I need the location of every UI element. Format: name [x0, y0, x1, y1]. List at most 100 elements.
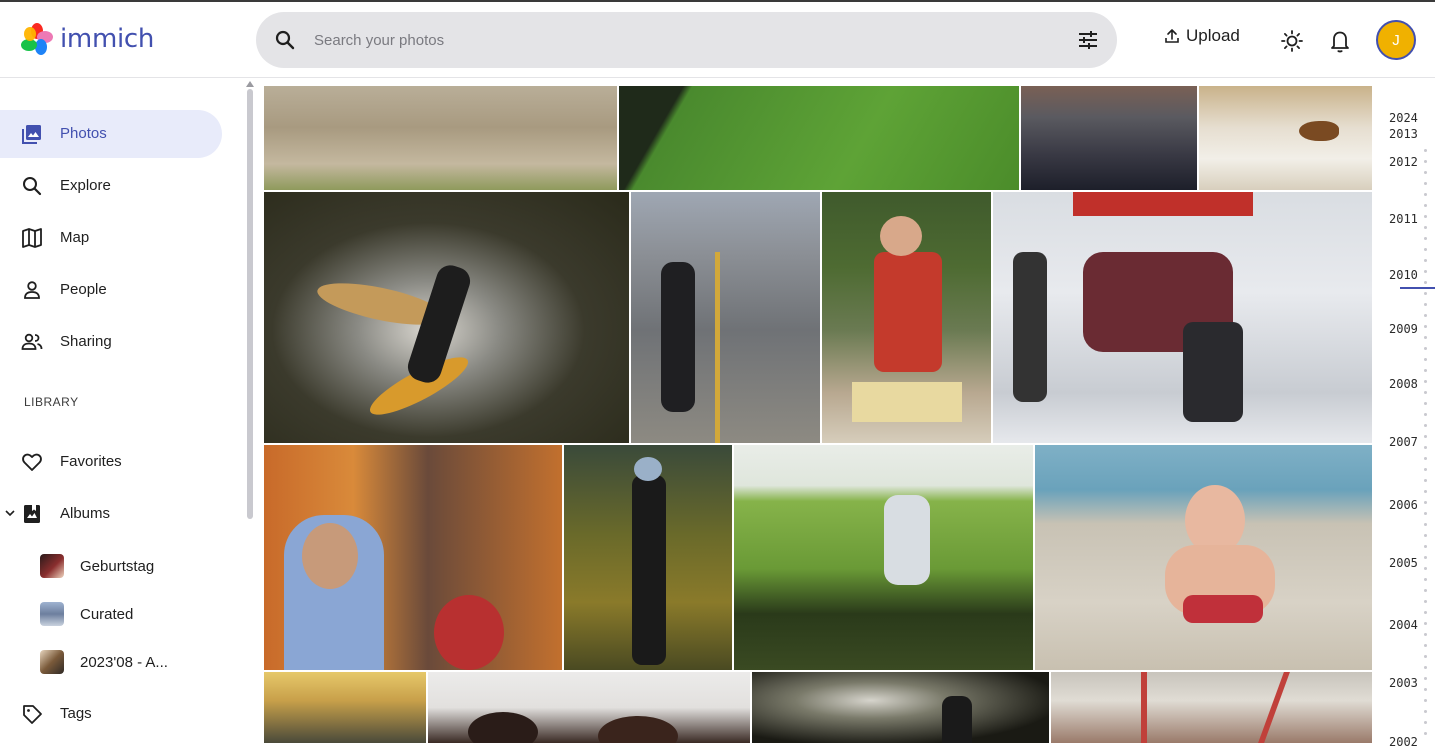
- scroll-up-arrow-icon[interactable]: [246, 81, 254, 87]
- photo-thumbnail[interactable]: [428, 672, 750, 743]
- photo-thumbnail[interactable]: [734, 445, 1033, 670]
- photo-thumbnail[interactable]: [822, 192, 991, 443]
- helmet-figure: [634, 457, 662, 481]
- timeline-dot: [1424, 710, 1427, 713]
- timeline-dot: [1424, 314, 1427, 317]
- sidebar-scrollbar[interactable]: [247, 89, 253, 519]
- upload-button[interactable]: Upload: [1164, 26, 1240, 46]
- album-thumbnail: [40, 602, 64, 626]
- timeline-year[interactable]: 2007: [1389, 435, 1418, 449]
- timeline-dot: [1424, 567, 1427, 570]
- timeline-dot: [1424, 182, 1427, 185]
- timeline-year[interactable]: 2003: [1389, 676, 1418, 690]
- cheese-figure: [852, 382, 962, 422]
- sidebar-item-label: Sharing: [60, 333, 112, 350]
- timeline-dot: [1424, 534, 1427, 537]
- photo-thumbnail[interactable]: [564, 445, 732, 670]
- chevron-down-icon[interactable]: [4, 507, 16, 519]
- timeline-year[interactable]: 2013: [1389, 127, 1418, 141]
- timeline-year[interactable]: 2011: [1389, 212, 1418, 226]
- photo-thumbnail[interactable]: [1035, 445, 1372, 670]
- timeline-dot: [1424, 369, 1427, 372]
- sidebar-item-label: Photos: [60, 125, 107, 142]
- album-thumbnail: [40, 650, 64, 674]
- timeline-year[interactable]: 2002: [1389, 735, 1418, 749]
- timeline-dot: [1424, 358, 1427, 361]
- timeline-scrubber[interactable]: 2024 2013 2012 2011 2010 2009 2008 2007 …: [1380, 79, 1435, 749]
- sidebar-item-favorites[interactable]: Favorites: [0, 438, 222, 486]
- immich-logo-icon: [21, 23, 53, 55]
- search-input[interactable]: [314, 26, 1014, 54]
- timeline-year[interactable]: 2024: [1389, 111, 1418, 125]
- sidebar-item-tags[interactable]: Tags: [0, 690, 222, 738]
- sidebar-item-label: Favorites: [60, 453, 122, 470]
- photo-thumbnail[interactable]: [1199, 86, 1372, 190]
- apron-figure: [874, 252, 942, 372]
- timeline-dot: [1424, 149, 1427, 152]
- photo-thumbnail[interactable]: [752, 672, 1049, 743]
- sidebar-item-sharing[interactable]: Sharing: [0, 318, 222, 366]
- photo-thumbnail[interactable]: [631, 192, 820, 443]
- timeline-dot: [1424, 259, 1427, 262]
- timeline-dot: [1424, 226, 1427, 229]
- timeline-dot: [1424, 402, 1427, 405]
- timeline-dot: [1424, 501, 1427, 504]
- album-item-curated[interactable]: Curated: [40, 598, 230, 630]
- notifications-bell-icon[interactable]: [1328, 28, 1352, 54]
- sidebar-item-label: Albums: [60, 505, 111, 522]
- app-logo[interactable]: immich: [20, 22, 154, 56]
- photo-thumbnail[interactable]: [619, 86, 1019, 190]
- search-icon: [23, 177, 42, 196]
- timeline-dot: [1424, 237, 1427, 240]
- photo-thumbnail[interactable]: [264, 192, 629, 443]
- road-line: [715, 252, 720, 443]
- timeline-dot: [1424, 545, 1427, 548]
- timeline-year-current[interactable]: 2010: [1389, 268, 1418, 282]
- climber-figure: [632, 475, 666, 665]
- timeline-dot: [1424, 347, 1427, 350]
- timeline-dot: [1424, 215, 1427, 218]
- timeline-dot: [1424, 523, 1427, 526]
- album-label: Curated: [80, 606, 134, 623]
- timeline-year[interactable]: 2008: [1389, 377, 1418, 391]
- photo-thumbnail[interactable]: [264, 672, 426, 743]
- timeline-year[interactable]: 2009: [1389, 322, 1418, 336]
- theme-toggle-icon[interactable]: [1280, 29, 1304, 53]
- sidebar-item-albums[interactable]: Albums: [0, 490, 222, 538]
- timeline-year[interactable]: 2012: [1389, 155, 1418, 169]
- hair-figure: [468, 712, 538, 743]
- timeline-year[interactable]: 2004: [1389, 618, 1418, 632]
- upload-icon: [1165, 29, 1179, 43]
- timeline-dot: [1424, 600, 1427, 603]
- timeline-dot: [1424, 578, 1427, 581]
- timeline-dot: [1424, 490, 1427, 493]
- fox-figure: [1299, 121, 1339, 141]
- photo-thumbnail[interactable]: [1051, 672, 1372, 743]
- search-icon[interactable]: [273, 28, 297, 52]
- timeline-year[interactable]: 2006: [1389, 498, 1418, 512]
- sidebar-item-map[interactable]: Map: [0, 214, 222, 262]
- timeline-dot: [1424, 281, 1427, 284]
- timeline-dot: [1424, 424, 1427, 427]
- timeline-dot: [1424, 457, 1427, 460]
- sidebar-item-explore[interactable]: Explore: [0, 162, 222, 210]
- banner-figure: [1073, 192, 1253, 216]
- timeline-year[interactable]: 2005: [1389, 556, 1418, 570]
- figure-shape: [942, 696, 972, 743]
- album-icon: [24, 505, 40, 523]
- user-avatar[interactable]: J: [1376, 20, 1416, 60]
- album-item-geburtstag[interactable]: Geburtstag: [40, 550, 230, 582]
- timeline-dot: [1424, 270, 1427, 273]
- sidebar-item-photos[interactable]: Photos: [0, 110, 222, 158]
- photo-thumbnail[interactable]: [264, 445, 562, 670]
- photo-thumbnail[interactable]: [1021, 86, 1197, 190]
- sidebar-item-people[interactable]: People: [0, 266, 222, 314]
- photo-thumbnail[interactable]: [264, 86, 617, 190]
- album-thumbnail: [40, 554, 64, 578]
- filter-options-icon[interactable]: [1076, 28, 1100, 52]
- photo-thumbnail[interactable]: [993, 192, 1372, 443]
- search-bar[interactable]: [256, 12, 1117, 68]
- album-item-2023-08[interactable]: 2023'08 - A...: [40, 646, 230, 678]
- timeline-dot: [1424, 633, 1427, 636]
- timeline-dot: [1424, 732, 1427, 735]
